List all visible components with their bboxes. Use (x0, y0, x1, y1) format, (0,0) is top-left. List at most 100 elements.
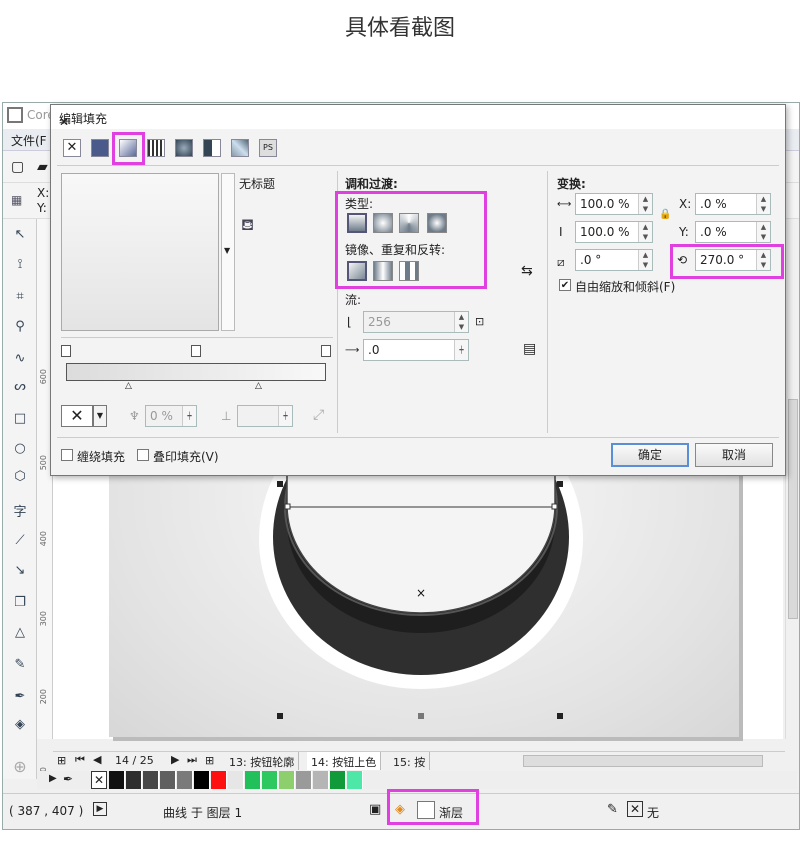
spin-arrows-icon[interactable]: ▲ ▼ (638, 194, 652, 214)
horizontal-scrollbar[interactable] (523, 755, 763, 767)
spin-arrows-icon[interactable]: ▲ ▼ (756, 194, 770, 214)
ok-button[interactable]: 确定 (611, 443, 689, 467)
palette-swatch[interactable] (177, 771, 193, 789)
selection-handle[interactable] (557, 481, 563, 487)
selection-handle[interactable] (277, 481, 283, 487)
node-handle[interactable] (551, 503, 558, 510)
drop-shadow-icon[interactable]: ❐ (11, 595, 29, 613)
outline-pen-status-icon[interactable]: ✎ (607, 802, 618, 817)
palette-swatch[interactable] (194, 771, 210, 789)
palette-swatch[interactable] (109, 771, 125, 789)
palette-scroll-icon[interactable]: ▶ (49, 773, 57, 784)
last-page-icon[interactable]: ⏭ (187, 753, 197, 767)
spin-arrows-icon[interactable]: ▲ ▼ (638, 222, 652, 242)
node-transparency-input[interactable]: 0 % ┿ (145, 405, 197, 427)
postscript-fill-icon[interactable]: PS (259, 139, 277, 157)
zoom-tool-icon[interactable]: ⚲ (11, 319, 29, 337)
page-tab[interactable]: 13: 按钮轮廓 (225, 752, 300, 770)
fill-y-input[interactable]: .0 % ▲ ▼ (695, 221, 771, 243)
reverse-icon[interactable]: ⤢ (313, 407, 324, 423)
rectangle-tool-icon[interactable]: □ (11, 411, 29, 429)
steps-input[interactable]: 256 ▲ ▼ (363, 311, 469, 333)
menu-file[interactable]: 文件(F (11, 132, 47, 149)
vertical-scrollbar[interactable] (785, 219, 799, 739)
new-document-icon[interactable]: ▢ (11, 159, 24, 175)
ellipse-tool-icon[interactable]: ○ (11, 441, 29, 459)
artistic-media-icon[interactable]: ᔕ (11, 379, 29, 397)
no-color-swatch[interactable]: ✕ (91, 771, 107, 789)
spin-arrows-icon[interactable]: ▲ ▼ (756, 222, 770, 242)
transparency-tool-icon[interactable]: △ (11, 625, 29, 643)
prev-page-icon[interactable]: ◀ (93, 753, 101, 766)
add-page-icon[interactable]: ⊞ (57, 754, 66, 767)
next-page-icon[interactable]: ▶ (171, 753, 179, 766)
texture-fill-icon[interactable] (231, 139, 249, 157)
two-color-pattern-icon[interactable] (203, 139, 221, 157)
palette-swatch[interactable] (143, 771, 159, 789)
eyedropper-tool-icon[interactable]: ✎ (11, 657, 29, 675)
node-handle[interactable] (284, 503, 291, 510)
selection-handle[interactable] (277, 713, 283, 719)
no-fill-icon[interactable]: ✕ (63, 139, 81, 157)
node-position-input[interactable]: ┿ (237, 405, 293, 427)
fill-width-input[interactable]: 100.0 % ▲ ▼ (575, 193, 653, 215)
midpoint-slider-icon[interactable]: △ (255, 381, 262, 391)
palette-swatch[interactable] (211, 771, 227, 789)
shape-tool-icon[interactable]: ⟟ (11, 257, 29, 275)
node-color-dropdown-icon[interactable]: ▼ (93, 405, 107, 427)
palette-swatch[interactable] (160, 771, 176, 789)
preview-dropdown[interactable]: ▼ (221, 173, 235, 331)
scrollbar-thumb[interactable] (788, 399, 798, 619)
gradient-end-node[interactable] (321, 345, 331, 357)
overprint-checkbox[interactable] (137, 449, 149, 461)
palette-swatch[interactable] (262, 771, 278, 789)
polygon-tool-icon[interactable]: ⬡ (11, 469, 29, 487)
cancel-button[interactable]: 取消 (695, 443, 773, 467)
close-icon[interactable]: ✕ (59, 110, 775, 134)
save-fill-icon[interactable]: ⛾ (241, 215, 254, 236)
open-folder-icon[interactable]: ▰ (37, 159, 48, 175)
crop-tool-icon[interactable]: ⌗ (11, 289, 29, 307)
free-scale-checkbox[interactable]: ✔ (559, 279, 571, 291)
dimension-tool-icon[interactable]: ⟋ (11, 533, 29, 551)
fill-skew-input[interactable]: .0 ° ▲ ▼ (575, 249, 653, 271)
page-tab-active[interactable]: 14: 按钮上色 (307, 752, 382, 770)
swap-icon[interactable]: ⇆ (521, 263, 533, 279)
text-tool-icon[interactable]: 字 (11, 501, 29, 520)
selection-handle[interactable] (418, 713, 424, 719)
gradient-mid-node[interactable] (191, 345, 201, 357)
palette-swatch[interactable] (228, 771, 244, 789)
selection-handle[interactable] (557, 713, 563, 719)
wrap-fill-checkbox[interactable] (61, 449, 73, 461)
palette-swatch[interactable] (279, 771, 295, 789)
acceleration-input[interactable]: .0 ┿ (363, 339, 469, 361)
palette-swatch[interactable] (330, 771, 346, 789)
pick-tool-icon[interactable]: ↖ (11, 227, 29, 245)
freehand-tool-icon[interactable]: ∿ (11, 351, 29, 369)
midpoint-slider-icon[interactable]: △ (125, 381, 132, 391)
smooth-blend-icon[interactable]: ▤ (523, 341, 536, 357)
spin-arrows-icon[interactable]: ▲ ▼ (454, 312, 468, 332)
eyedropper-icon[interactable]: ✒ (63, 772, 73, 786)
palette-swatch[interactable] (347, 771, 363, 789)
palette-swatch[interactable] (313, 771, 329, 789)
fill-dialog-icon[interactable]: ▣ (369, 802, 381, 817)
play-icon[interactable]: ▶ (93, 802, 107, 816)
vector-pattern-icon[interactable] (147, 139, 165, 157)
palette-swatch[interactable] (126, 771, 142, 789)
fill-x-input[interactable]: .0 % ▲ ▼ (695, 193, 771, 215)
lock-icon[interactable]: 🔒 (659, 209, 671, 220)
page-tab[interactable]: 15: 按 (389, 752, 431, 770)
first-page-icon[interactable]: ⏮ (75, 753, 85, 767)
palette-swatch[interactable] (245, 771, 261, 789)
lock-steps-icon[interactable]: ⊡ (475, 315, 484, 328)
outline-pen-icon[interactable]: ✒ (11, 689, 29, 707)
bitmap-pattern-icon[interactable] (175, 139, 193, 157)
uniform-fill-icon[interactable] (91, 139, 109, 157)
fill-height-input[interactable]: 100.0 % ▲ ▼ (575, 221, 653, 243)
spin-arrows-icon[interactable]: ▲ ▼ (638, 250, 652, 270)
connector-tool-icon[interactable]: ↘ (11, 563, 29, 581)
add-tool-icon[interactable]: ⊕ (11, 757, 29, 776)
node-color-picker[interactable]: ✕ (61, 405, 93, 427)
fill-tool-icon[interactable]: ◈ (11, 717, 29, 735)
